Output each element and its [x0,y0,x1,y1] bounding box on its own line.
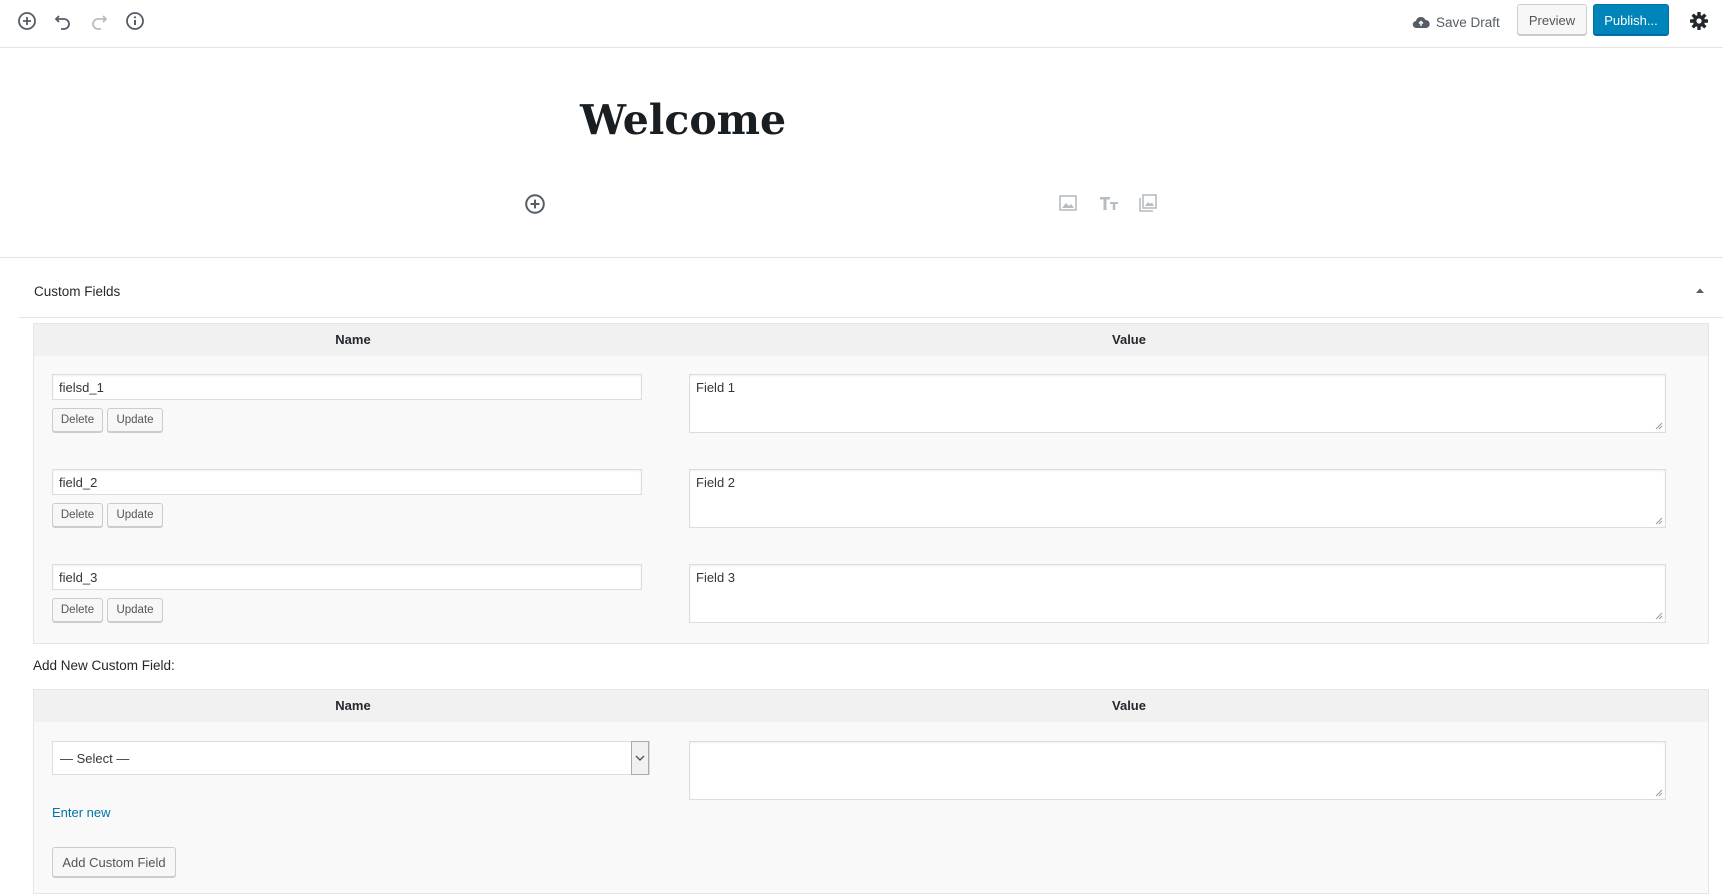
info-icon[interactable] [124,10,146,32]
delete-button[interactable]: Delete [52,598,103,622]
name-column-header: Name [335,698,371,713]
new-field-value-textarea[interactable] [689,741,1666,800]
name-column-header: Name [335,332,371,347]
editor-toolbar: Save Draft Preview Publish... [0,0,1723,48]
field-value-text: Field 3 [696,570,736,585]
field-value-textarea[interactable]: Field 1 [689,374,1666,433]
post-title[interactable]: Welcome [580,96,786,145]
update-button[interactable]: Update [107,598,163,622]
delete-button[interactable]: Delete [52,503,103,527]
resize-grip-icon[interactable] [1655,789,1663,797]
add-custom-field-button[interactable]: Add Custom Field [52,847,176,877]
delete-button[interactable]: Delete [52,408,103,432]
table-header: Name Value [34,690,1708,722]
editor-divider [0,257,1723,258]
field-name-select[interactable]: — Select — [52,741,650,775]
cloud-upload-icon [1412,16,1430,29]
field-name-input[interactable]: fielsd_1 [52,374,642,400]
save-draft-label: Save Draft [1436,14,1500,30]
collapse-arrow-icon[interactable] [1694,284,1706,296]
resize-grip-icon[interactable] [1655,612,1663,620]
gear-icon[interactable] [1688,10,1710,32]
block-inserter-icon[interactable] [524,193,546,215]
add-custom-field-table: Name Value — Select — Enter new Add Cust… [33,689,1709,894]
field-value-text: Field 1 [696,380,736,395]
chevron-down-icon[interactable] [631,741,649,775]
gallery-icon[interactable] [1138,193,1160,215]
table-header: Name Value [34,324,1708,356]
publish-button[interactable]: Publish... [1593,4,1669,36]
image-icon[interactable] [1058,193,1080,215]
redo-icon[interactable] [88,10,110,32]
custom-fields-table: Name Value fielsd_1 Delete Update Field … [33,323,1709,644]
field-value-textarea[interactable]: Field 3 [689,564,1666,623]
resize-grip-icon[interactable] [1655,517,1663,525]
update-button[interactable]: Update [107,503,163,527]
value-column-header: Value [1112,332,1146,347]
value-column-header: Value [1112,698,1146,713]
add-new-custom-field-label: Add New Custom Field: [33,658,175,673]
resize-grip-icon[interactable] [1655,422,1663,430]
field-value-text: Field 2 [696,475,736,490]
plus-circle-icon[interactable] [16,10,38,32]
preview-button[interactable]: Preview [1517,4,1587,36]
select-value: — Select — [60,751,130,766]
heading-icon[interactable] [1098,193,1120,215]
enter-new-link[interactable]: Enter new [52,805,111,820]
field-name-input[interactable]: field_3 [52,564,642,590]
undo-icon[interactable] [52,10,74,32]
save-draft-button[interactable]: Save Draft [1412,11,1500,33]
panel-divider [19,317,1723,318]
custom-fields-panel-title[interactable]: Custom Fields [34,284,120,299]
update-button[interactable]: Update [107,408,163,432]
field-value-textarea[interactable]: Field 2 [689,469,1666,528]
field-name-input[interactable]: field_2 [52,469,642,495]
